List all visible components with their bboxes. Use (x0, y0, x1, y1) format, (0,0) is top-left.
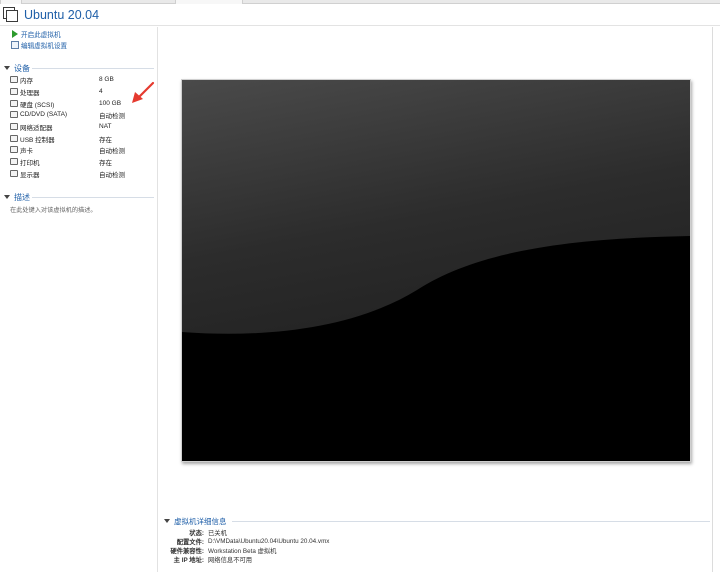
detail-key: 主 IP 地址: (173, 557, 204, 564)
device-name: 打印机 (20, 159, 40, 167)
device-value: 8 GB (99, 76, 114, 83)
device-row-display[interactable]: 显示器 自动检测 (10, 168, 155, 179)
detail-row-ip-address: 主 IP 地址: 网络信息不可用 (160, 555, 560, 564)
edit-settings-icon (11, 41, 19, 49)
virtual-machine-icon (3, 7, 19, 23)
detail-key: 硬件兼容性: (170, 548, 204, 555)
detail-value: 网络信息不可用 (208, 557, 253, 564)
device-value: 存在 (99, 136, 112, 144)
detail-value: D:\VMData\Ubuntu20.04\Ubuntu 20.04.vmx (208, 538, 330, 545)
device-value: 存在 (99, 159, 112, 167)
usb-icon (10, 135, 18, 142)
section-divider (32, 68, 154, 69)
device-name: 声卡 (20, 147, 33, 155)
device-value: 自动检测 (99, 112, 125, 120)
vm-title: Ubuntu 20.04 (24, 8, 100, 22)
section-divider (232, 521, 710, 522)
power-on-label: 开启此虚拟机 (21, 32, 61, 39)
device-name: 内存 (20, 77, 33, 85)
device-value: 100 GB (99, 100, 122, 107)
collapse-triangle-icon (4, 66, 10, 70)
device-name: CD/DVD (SATA) (20, 111, 68, 118)
device-row-cd-dvd[interactable]: CD/DVD (SATA) 自动检测 (10, 109, 155, 120)
device-value: NAT (99, 123, 112, 130)
description-section-header[interactable]: 描述 (4, 192, 30, 202)
vm-screen-graphic (182, 80, 690, 461)
device-name: 处理器 (20, 89, 40, 97)
device-row-network[interactable]: 网络适配器 NAT (10, 121, 155, 132)
memory-icon (10, 76, 18, 83)
cpu-icon (10, 88, 18, 95)
devices-section-header[interactable]: 设备 (4, 63, 30, 73)
section-divider (32, 197, 154, 198)
device-name: USB 控制器 (20, 136, 55, 144)
vm-header: Ubuntu 20.04 (0, 4, 720, 26)
vm-details-section-title: 虚拟机详细信息 (174, 516, 227, 526)
device-value: 4 (99, 88, 103, 95)
power-on-button[interactable]: 开启此虚拟机 (11, 29, 61, 39)
vm-details-section-header[interactable]: 虚拟机详细信息 (164, 516, 227, 526)
vm-summary-pane: 开启此虚拟机 编辑虚拟机设置 设备 内存 8 GB 处理器 4 硬盘 (SCSI… (0, 27, 158, 572)
printer-icon (10, 158, 18, 165)
harddisk-icon (10, 100, 18, 107)
detail-key: 配置文件: (176, 539, 204, 546)
network-adapter-icon (10, 123, 18, 130)
vm-screen-thumbnail[interactable] (181, 79, 691, 462)
detail-row-state: 状态: 已关机 (160, 528, 560, 537)
detail-value: Workstation Beta 虚拟机 (208, 548, 277, 555)
devices-section-title: 设备 (14, 63, 30, 73)
description-placeholder[interactable]: 在此处键入对该虚拟机的描述。 (10, 205, 97, 214)
device-row-printer[interactable]: 打印机 存在 (10, 156, 155, 167)
vm-preview-pane (159, 27, 720, 572)
device-value: 自动检测 (99, 147, 125, 155)
detail-value: 已关机 (208, 530, 227, 537)
sound-card-icon (10, 146, 18, 153)
device-row-usb[interactable]: USB 控制器 存在 (10, 133, 155, 144)
device-name: 硬盘 (SCSI) (20, 101, 55, 109)
device-value: 自动检测 (99, 171, 125, 179)
detail-row-hardware-compat: 硬件兼容性: Workstation Beta 虚拟机 (160, 546, 560, 555)
device-name: 显示器 (20, 171, 40, 179)
display-icon (10, 170, 18, 177)
collapse-triangle-icon (4, 195, 10, 199)
edit-settings-button[interactable]: 编辑虚拟机设置 (11, 40, 67, 50)
annotation-arrow-icon (132, 81, 155, 103)
collapse-triangle-icon (164, 519, 170, 523)
pane-border (712, 27, 713, 572)
play-icon (11, 30, 19, 38)
description-section-title: 描述 (14, 192, 30, 202)
edit-settings-label: 编辑虚拟机设置 (21, 43, 68, 50)
device-name: 网络适配器 (20, 124, 53, 132)
detail-row-config-file: 配置文件: D:\VMData\Ubuntu20.04\Ubuntu 20.04… (160, 537, 560, 546)
cd-dvd-icon (10, 111, 18, 118)
detail-key: 状态: (189, 530, 204, 537)
device-row-sound-card[interactable]: 声卡 自动检测 (10, 144, 155, 155)
